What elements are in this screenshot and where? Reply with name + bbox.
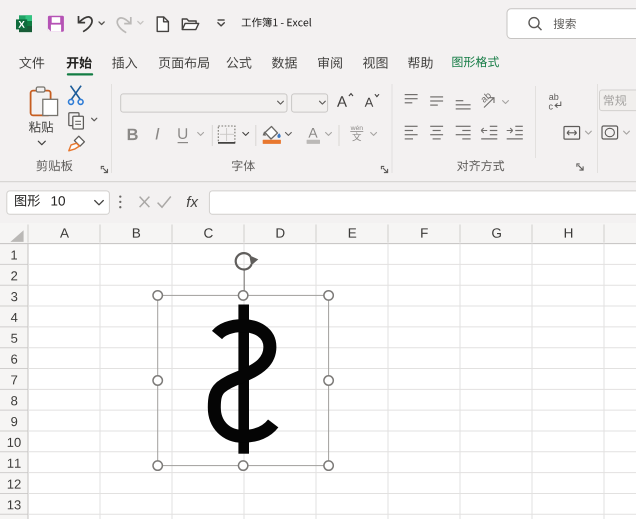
svg-text:ab: ab xyxy=(549,92,559,102)
svg-text:I: I xyxy=(155,125,160,144)
svg-text:wén: wén xyxy=(350,125,364,132)
svg-text:c: c xyxy=(549,102,554,112)
svg-text:fx: fx xyxy=(186,194,198,211)
